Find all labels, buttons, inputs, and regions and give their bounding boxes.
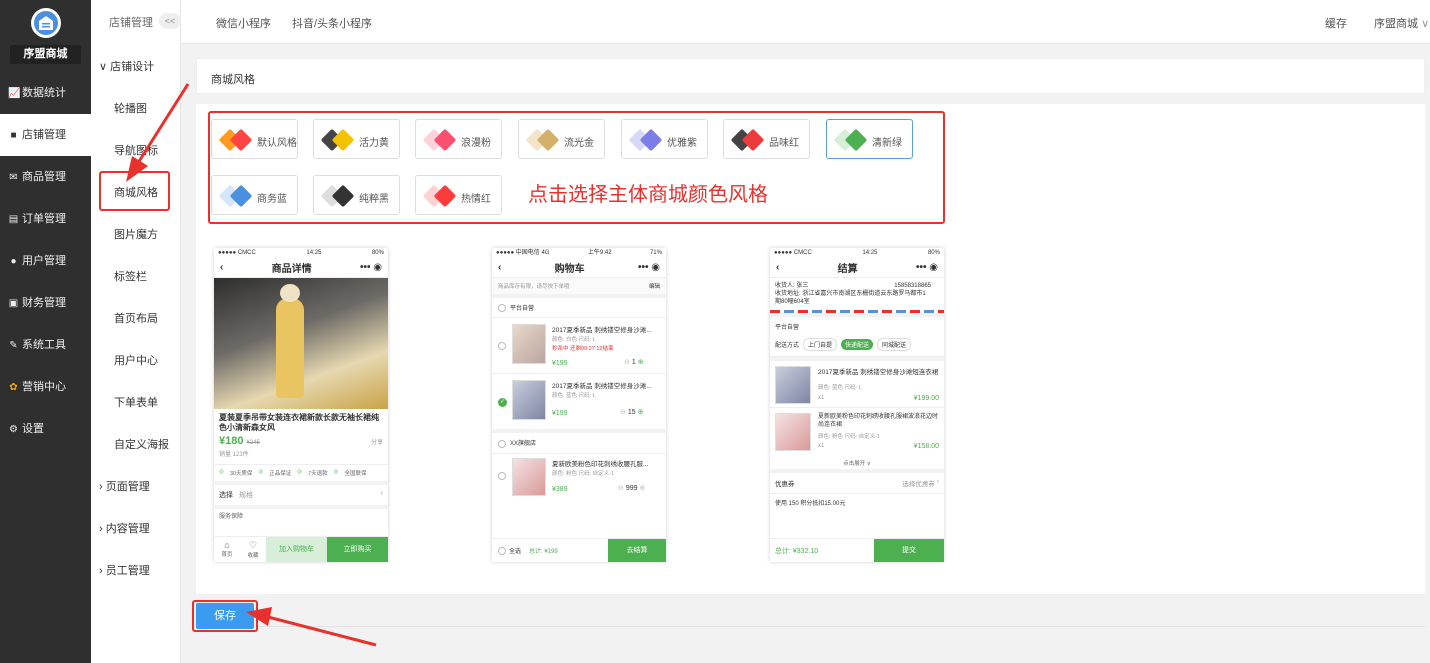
annotation-arrows (126, 83, 377, 647)
arrow-line-top (136, 83, 190, 164)
arrow-head-bottom (246, 607, 272, 626)
arrow-head-top (126, 156, 148, 182)
arrow-line-bottom (267, 615, 377, 647)
